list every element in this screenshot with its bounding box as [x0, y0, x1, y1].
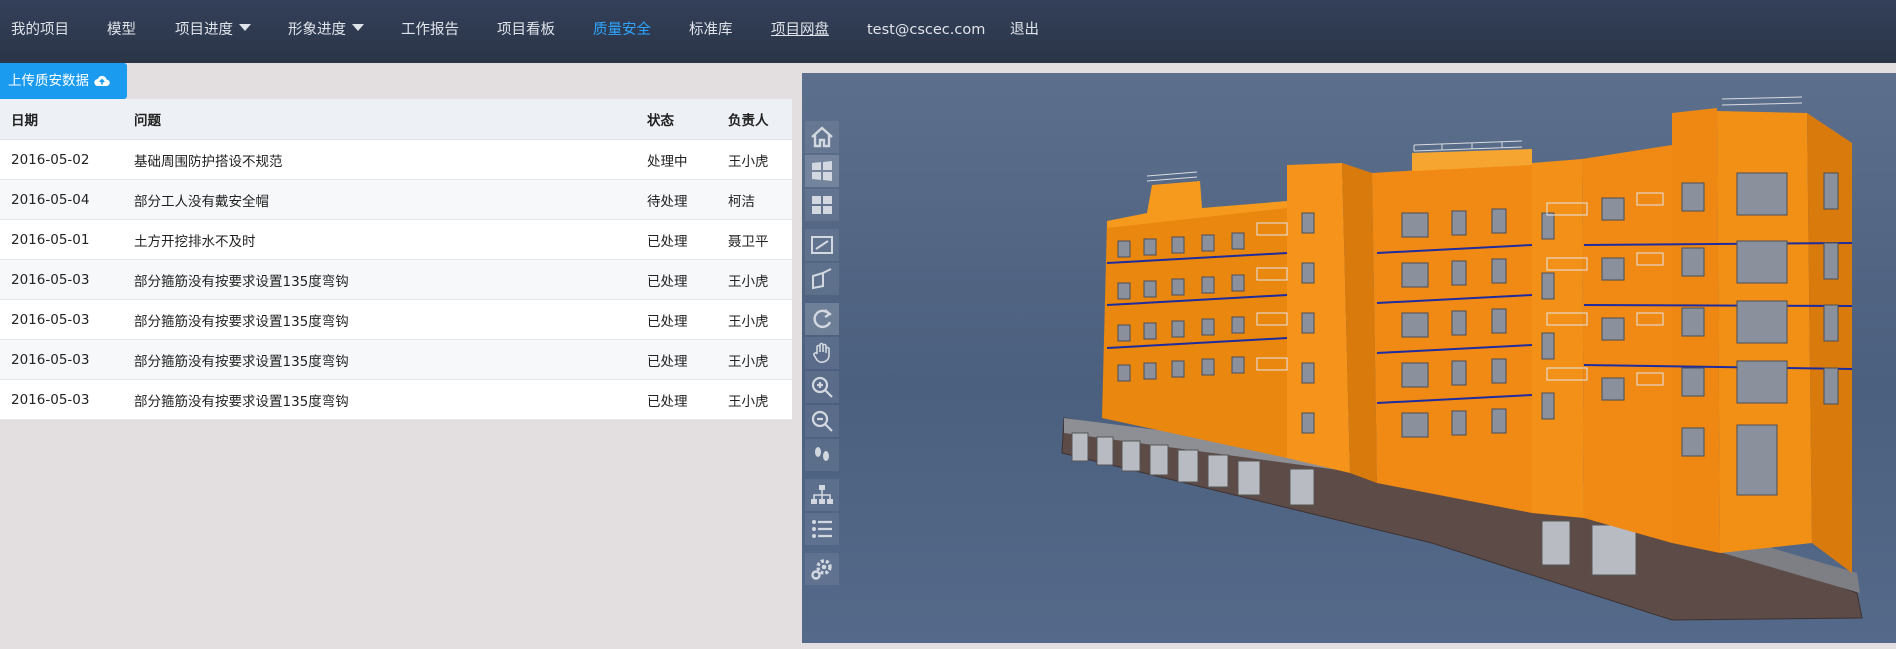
cell-owner: 王小虎 — [728, 139, 792, 180]
bim-3d-viewer[interactable] — [802, 73, 1896, 643]
nav-label: 退出 — [1010, 22, 1039, 38]
upload-button-label: 上传质安数据 — [8, 73, 89, 89]
cell-owner: 王小虎 — [728, 339, 792, 380]
zoom-out-icon[interactable] — [805, 405, 839, 437]
rotate-icon[interactable] — [805, 303, 839, 335]
cell-issue: 土方开挖排水不及时 — [134, 219, 647, 260]
nav-project-progress[interactable]: 项目进度 — [175, 19, 251, 41]
cell-status: 已处理 — [647, 379, 728, 420]
cell-owner: 王小虎 — [728, 299, 792, 340]
settings-icon[interactable] — [805, 553, 839, 585]
table-row[interactable]: 2016-05-03 部分箍筋没有按要求设置135度弯钩 已处理 王小虎 — [0, 339, 792, 380]
table-header-row: 日期 问题 状态 负责人 — [0, 99, 792, 140]
header-owner[interactable]: 负责人 — [728, 99, 792, 140]
nav-label: 我的项目 — [11, 22, 69, 38]
caret-down-icon — [352, 24, 364, 31]
caret-down-icon — [239, 24, 251, 31]
fit-icon[interactable] — [805, 229, 839, 261]
grid-icon[interactable] — [805, 189, 839, 221]
upload-quality-data-button[interactable]: 上传质安数据 — [0, 63, 127, 99]
cell-status: 已处理 — [647, 339, 728, 380]
cell-issue: 部分箍筋没有按要求设置135度弯钩 — [134, 379, 647, 420]
walk-icon[interactable] — [805, 439, 839, 471]
cell-issue: 部分箍筋没有按要求设置135度弯钩 — [134, 299, 647, 340]
nav-logout[interactable]: 退出 — [1010, 19, 1039, 41]
cell-issue: 部分箍筋没有按要求设置135度弯钩 — [134, 339, 647, 380]
cell-date: 2016-05-04 — [0, 179, 134, 220]
pan-icon[interactable] — [805, 337, 839, 369]
cell-date: 2016-05-02 — [0, 139, 134, 180]
table-row[interactable]: 2016-05-01 土方开挖排水不及时 已处理 聂卫平 — [0, 219, 792, 260]
cell-issue: 基础周围防护搭设不规范 — [134, 139, 647, 180]
cell-date: 2016-05-03 — [0, 379, 134, 420]
camera-icon[interactable] — [805, 263, 839, 295]
header-issue[interactable]: 问题 — [134, 99, 647, 140]
nav-label: 项目网盘 — [771, 22, 829, 38]
nav-work-report[interactable]: 工作报告 — [401, 19, 459, 41]
nav-label: 项目看板 — [497, 22, 555, 38]
cell-owner: 王小虎 — [728, 259, 792, 300]
cell-owner: 柯洁 — [728, 179, 792, 220]
nav-model[interactable]: 模型 — [107, 19, 136, 41]
nav-user-email[interactable]: test@cscec.com — [867, 19, 985, 41]
nav-quality-safety[interactable]: 质量安全 — [593, 19, 651, 41]
nav-my-projects[interactable]: 我的项目 — [11, 19, 69, 41]
nav-label: 项目进度 — [175, 22, 233, 38]
nav-project-board[interactable]: 项目看板 — [497, 19, 555, 41]
list-icon[interactable] — [805, 513, 839, 545]
nav-label: 标准库 — [689, 22, 733, 38]
cell-status: 已处理 — [647, 259, 728, 300]
table-row[interactable]: 2016-05-04 部分工人没有戴安全帽 待处理 柯洁 — [0, 179, 792, 220]
header-status[interactable]: 状态 — [647, 99, 728, 140]
top-navbar: 我的项目 模型 项目进度 形象进度 工作报告 项目看板 质量安全 标准库 项目网… — [0, 0, 1896, 63]
cell-status: 待处理 — [647, 179, 728, 220]
nav-label: test@cscec.com — [867, 22, 986, 38]
cell-date: 2016-05-03 — [0, 339, 134, 380]
viewer-toolbar — [805, 121, 841, 587]
nav-label: 形象进度 — [288, 22, 346, 38]
table-row[interactable]: 2016-05-03 部分箍筋没有按要求设置135度弯钩 已处理 王小虎 — [0, 379, 792, 420]
cloud-upload-icon — [94, 75, 110, 87]
table-row[interactable]: 2016-05-03 部分箍筋没有按要求设置135度弯钩 已处理 王小虎 — [0, 299, 792, 340]
tree-icon[interactable] — [805, 479, 839, 511]
quality-safety-table: 日期 问题 状态 负责人 2016-05-02 基础周围防护搭设不规范 处理中 … — [0, 99, 792, 420]
cell-issue: 部分工人没有戴安全帽 — [134, 179, 647, 220]
table-row[interactable]: 2016-05-02 基础周围防护搭设不规范 处理中 王小虎 — [0, 139, 792, 180]
cell-date: 2016-05-03 — [0, 259, 134, 300]
table-row[interactable]: 2016-05-03 部分箍筋没有按要求设置135度弯钩 已处理 王小虎 — [0, 259, 792, 300]
building-model — [1061, 96, 1863, 621]
cell-owner: 聂卫平 — [728, 219, 792, 260]
nav-label: 质量安全 — [593, 22, 651, 38]
window-icon[interactable] — [805, 155, 839, 187]
cell-status: 处理中 — [647, 139, 728, 180]
cell-issue: 部分箍筋没有按要求设置135度弯钩 — [134, 259, 647, 300]
nav-standard-library[interactable]: 标准库 — [689, 19, 733, 41]
cell-date: 2016-05-03 — [0, 299, 134, 340]
header-date[interactable]: 日期 — [0, 99, 134, 140]
cell-owner: 王小虎 — [728, 379, 792, 420]
cell-date: 2016-05-01 — [0, 219, 134, 260]
home-icon[interactable] — [805, 121, 839, 153]
cell-status: 已处理 — [647, 299, 728, 340]
nav-project-drive[interactable]: 项目网盘 — [771, 19, 829, 41]
zoom-in-icon[interactable] — [805, 371, 839, 403]
cell-status: 已处理 — [647, 219, 728, 260]
nav-image-progress[interactable]: 形象进度 — [288, 19, 364, 41]
nav-label: 工作报告 — [401, 22, 459, 38]
nav-label: 模型 — [107, 22, 136, 38]
